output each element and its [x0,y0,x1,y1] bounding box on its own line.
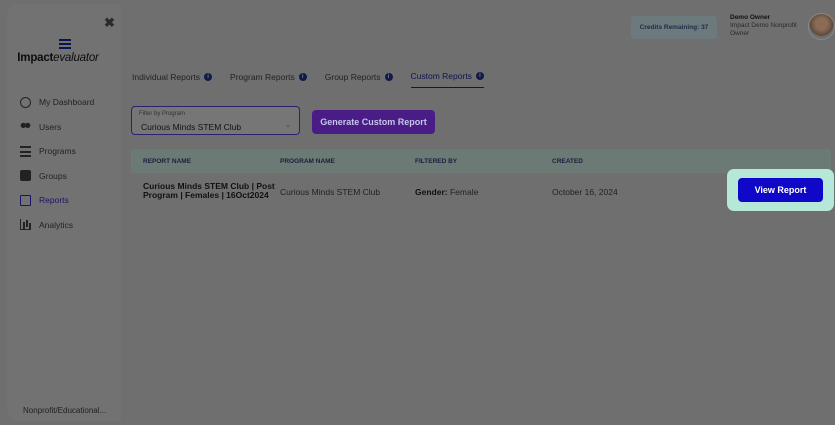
avatar[interactable] [808,13,835,40]
sidebar-item-analytics[interactable]: Analytics [20,213,94,238]
sidebar-item-dashboard[interactable]: My Dashboard [20,90,94,115]
program-filter-select[interactable]: Filter by Program Curious Minds STEM Clu… [131,106,300,135]
bar-chart-icon [20,219,31,231]
sidebar-item-programs[interactable]: Programs [20,139,94,164]
tab-program-reports[interactable]: Program Reports i [230,71,307,88]
group-box-icon [20,170,31,182]
sidebar-item-users[interactable]: Users [20,115,94,140]
created-cell: October 16, 2024 [552,187,618,197]
chevron-down-icon: ⌄ [285,122,291,129]
filter-label: Filter by Program [139,111,186,117]
user-info[interactable]: Demo Owner Impact Demo Nonprofit Owner [730,14,797,38]
close-icon[interactable]: ✖ [104,15,115,31]
filter-value: Curious Minds STEM Club [141,122,242,132]
sidebar-item-reports[interactable]: Reports [20,188,94,213]
table-header: REPORT NAME PROGRAM NAME FILTERED BY CRE… [131,149,831,173]
tab-label: Group Reports [324,71,381,82]
info-icon[interactable]: i [298,72,307,81]
sidebar-item-label: Groups [39,170,67,181]
sidebar-item-groups[interactable]: Groups [20,164,94,189]
tab-custom-reports[interactable]: Custom Reports i [410,71,484,88]
user-circle-icon [20,96,31,108]
user-org: Impact Demo Nonprofit [730,22,797,29]
view-report-button[interactable]: View Report [738,178,823,202]
info-icon[interactable]: i [475,72,484,80]
tab-label: Custom Reports [410,71,472,81]
column-header-report-name[interactable]: REPORT NAME [143,158,191,165]
tab-label: Program Reports [230,71,295,82]
document-icon [20,194,31,206]
column-header-program-name[interactable]: PROGRAM NAME [280,158,335,165]
sidebar-item-label: My Dashboard [39,97,95,108]
sidebar-item-label: Programs [39,146,76,157]
sidebar-item-label: Analytics [39,219,74,230]
user-name: Demo Owner [730,14,771,21]
filter-key: Gender: [415,187,448,197]
list-icon [20,145,31,157]
user-role: Owner [730,30,750,37]
generate-custom-report-button[interactable]: Generate Custom Report [312,110,435,134]
report-tabs: Individual Reports i Program Reports i Gro… [132,71,502,88]
credits-badge: Credits Remaining: 37 [631,16,717,39]
brand-logo: Impactevaluator [17,52,99,64]
org-type-label[interactable]: Nonprofit/Educational... [23,406,106,415]
users-icon [20,121,31,133]
sidebar: ✖ Impactevaluator My Dashboard Users Pro… [7,4,121,421]
info-icon[interactable]: i [204,72,213,81]
tab-group-reports[interactable]: Group Reports i [325,71,393,88]
column-header-filtered-by[interactable]: FILTERED BY [415,158,457,165]
table-row: Curious Minds STEM Club | Post Program |… [131,173,831,209]
column-header-created[interactable]: CREATED [552,158,583,165]
tab-individual-reports[interactable]: Individual Reports i [132,71,213,88]
sidebar-item-label: Users [39,121,62,132]
logo-icon [59,39,71,50]
filtered-by-cell: Gender: Female [415,187,478,197]
sidebar-item-label: Reports [39,195,69,206]
app-root: ✖ Impactevaluator My Dashboard Users Pro… [0,0,835,425]
program-name-cell: Curious Minds STEM Club [280,187,381,197]
sidebar-nav: My Dashboard Users Programs Groups Repor… [20,90,94,237]
report-name-cell: Curious Minds STEM Club | Post Program |… [143,181,275,200]
filter-value: Female [449,187,479,197]
info-icon[interactable]: i [384,72,393,81]
tab-label: Individual Reports [132,71,201,82]
